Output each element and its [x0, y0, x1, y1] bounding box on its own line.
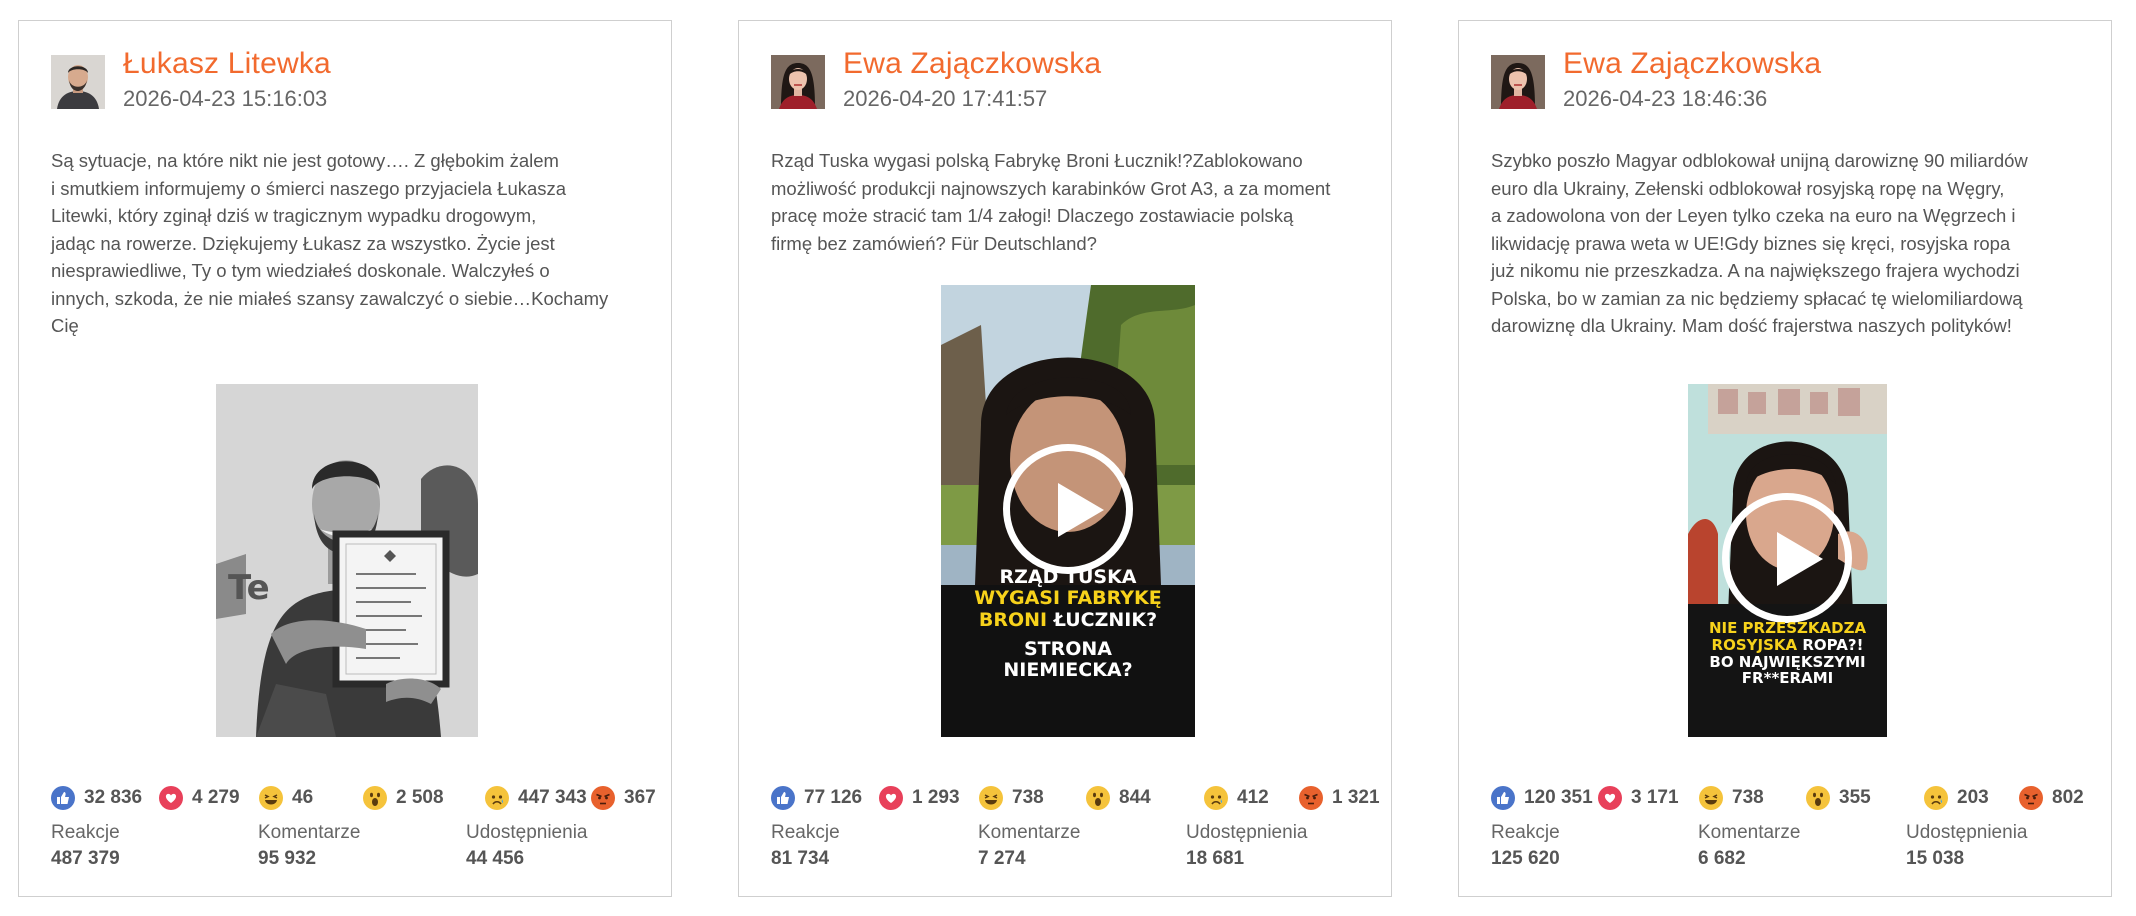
angry-face-icon	[591, 786, 615, 810]
reaction-sad[interactable]: 203	[1924, 783, 1989, 813]
stat-reactions: Reakcje 125 620	[1491, 822, 1560, 869]
reaction-like[interactable]: 77 126	[771, 783, 862, 813]
post-timestamp: 2026-04-20 17:41:57	[843, 86, 1048, 111]
heart-icon	[879, 786, 903, 810]
reaction-bar: 120 351 3 171 738 355 203 802	[1491, 783, 2091, 813]
reaction-wow[interactable]: 844	[1086, 783, 1151, 813]
reaction-haha[interactable]: 738	[979, 783, 1044, 813]
surprised-face-icon	[1086, 786, 1110, 810]
reaction-sad[interactable]: 412	[1204, 783, 1269, 813]
post-timestamp: 2026-04-23 15:16:03	[123, 86, 328, 111]
post-timestamp: 2026-04-23 18:46:36	[1563, 86, 1768, 111]
author-name[interactable]: Ewa Zajączkowska	[843, 47, 1101, 81]
reaction-angry[interactable]: 802	[2019, 783, 2084, 813]
thumbs-up-icon	[1491, 786, 1515, 810]
post-video[interactable]: RZĄD TUSKA WYGASI FABRYKĘ BRONI ŁUCZNIK?…	[941, 285, 1195, 737]
reaction-love[interactable]: 3 171	[1598, 783, 1679, 813]
reaction-haha[interactable]: 738	[1699, 783, 1764, 813]
svg-text:Te: Te	[228, 568, 270, 608]
reaction-angry[interactable]: 1 321	[1299, 783, 1380, 813]
post-card[interactable]: Łukasz Litewka 2026-04-23 15:16:03 Są sy…	[18, 20, 672, 897]
stat-shares: Udostępnienia 15 038	[1906, 822, 2028, 869]
author-name[interactable]: Łukasz Litewka	[123, 47, 331, 81]
author-avatar[interactable]	[1491, 55, 1545, 109]
video-caption: RZĄD TUSKA WYGASI FABRYKĘ BRONI ŁUCZNIK?…	[974, 566, 1162, 682]
reaction-bar: 32 836 4 279 46 2 508 447 343 367	[51, 783, 656, 813]
post-video[interactable]: NIE PRZESZKADZA ROSYJSKA ROPA?! BO NAJWI…	[1688, 384, 1887, 737]
reaction-wow[interactable]: 355	[1806, 783, 1871, 813]
stat-reactions: Reakcje 81 734	[771, 822, 840, 869]
thumbs-up-icon	[51, 786, 75, 810]
reaction-bar: 77 126 1 293 738 844 412 1 321	[771, 783, 1380, 813]
angry-face-icon	[1299, 786, 1323, 810]
stat-reactions: Reakcje 487 379	[51, 822, 120, 869]
sad-face-icon	[485, 786, 509, 810]
author-name[interactable]: Ewa Zajączkowska	[1563, 47, 1821, 81]
reaction-like[interactable]: 32 836	[51, 783, 142, 813]
post-text: Są sytuacje, na które nikt nie jest goto…	[51, 150, 609, 336]
reaction-wow[interactable]: 2 508	[363, 783, 444, 813]
play-icon[interactable]	[1003, 444, 1133, 574]
post-text: Szybko poszło Magyar odblokował unijną d…	[1491, 150, 2028, 336]
sad-face-icon	[1924, 786, 1948, 810]
angry-face-icon	[2019, 786, 2043, 810]
sad-face-icon	[1204, 786, 1228, 810]
heart-icon	[159, 786, 183, 810]
reaction-like[interactable]: 120 351	[1491, 783, 1593, 813]
stat-comments: Komentarze 6 682	[1698, 822, 1801, 869]
laughing-face-icon	[259, 786, 283, 810]
author-avatar[interactable]	[771, 55, 825, 109]
heart-icon	[1598, 786, 1622, 810]
post-photo[interactable]: Te	[216, 384, 478, 737]
stat-shares: Udostępnienia 44 456	[466, 822, 588, 869]
reaction-love[interactable]: 1 293	[879, 783, 960, 813]
stat-comments: Komentarze 7 274	[978, 822, 1081, 869]
laughing-face-icon	[1699, 786, 1723, 810]
reaction-haha[interactable]: 46	[259, 783, 313, 813]
reaction-love[interactable]: 4 279	[159, 783, 240, 813]
stat-comments: Komentarze 95 932	[258, 822, 361, 869]
post-text: Rząd Tuska wygasi polską Fabrykę Broni Ł…	[771, 150, 1331, 254]
reaction-angry[interactable]: 367	[591, 783, 656, 813]
surprised-face-icon	[1806, 786, 1830, 810]
video-caption: NIE PRZESZKADZA ROSYJSKA ROPA?! BO NAJWI…	[1708, 619, 1867, 688]
stat-shares: Udostępnienia 18 681	[1186, 822, 1308, 869]
author-avatar[interactable]	[51, 55, 105, 109]
laughing-face-icon	[979, 786, 1003, 810]
post-card[interactable]: Ewa Zajączkowska 2026-04-23 18:46:36 Szy…	[1458, 20, 2112, 897]
reaction-sad[interactable]: 447 343	[485, 783, 587, 813]
thumbs-up-icon	[771, 786, 795, 810]
play-icon[interactable]	[1722, 493, 1852, 623]
surprised-face-icon	[363, 786, 387, 810]
post-card[interactable]: Ewa Zajączkowska 2026-04-20 17:41:57 Rzą…	[738, 20, 1392, 897]
